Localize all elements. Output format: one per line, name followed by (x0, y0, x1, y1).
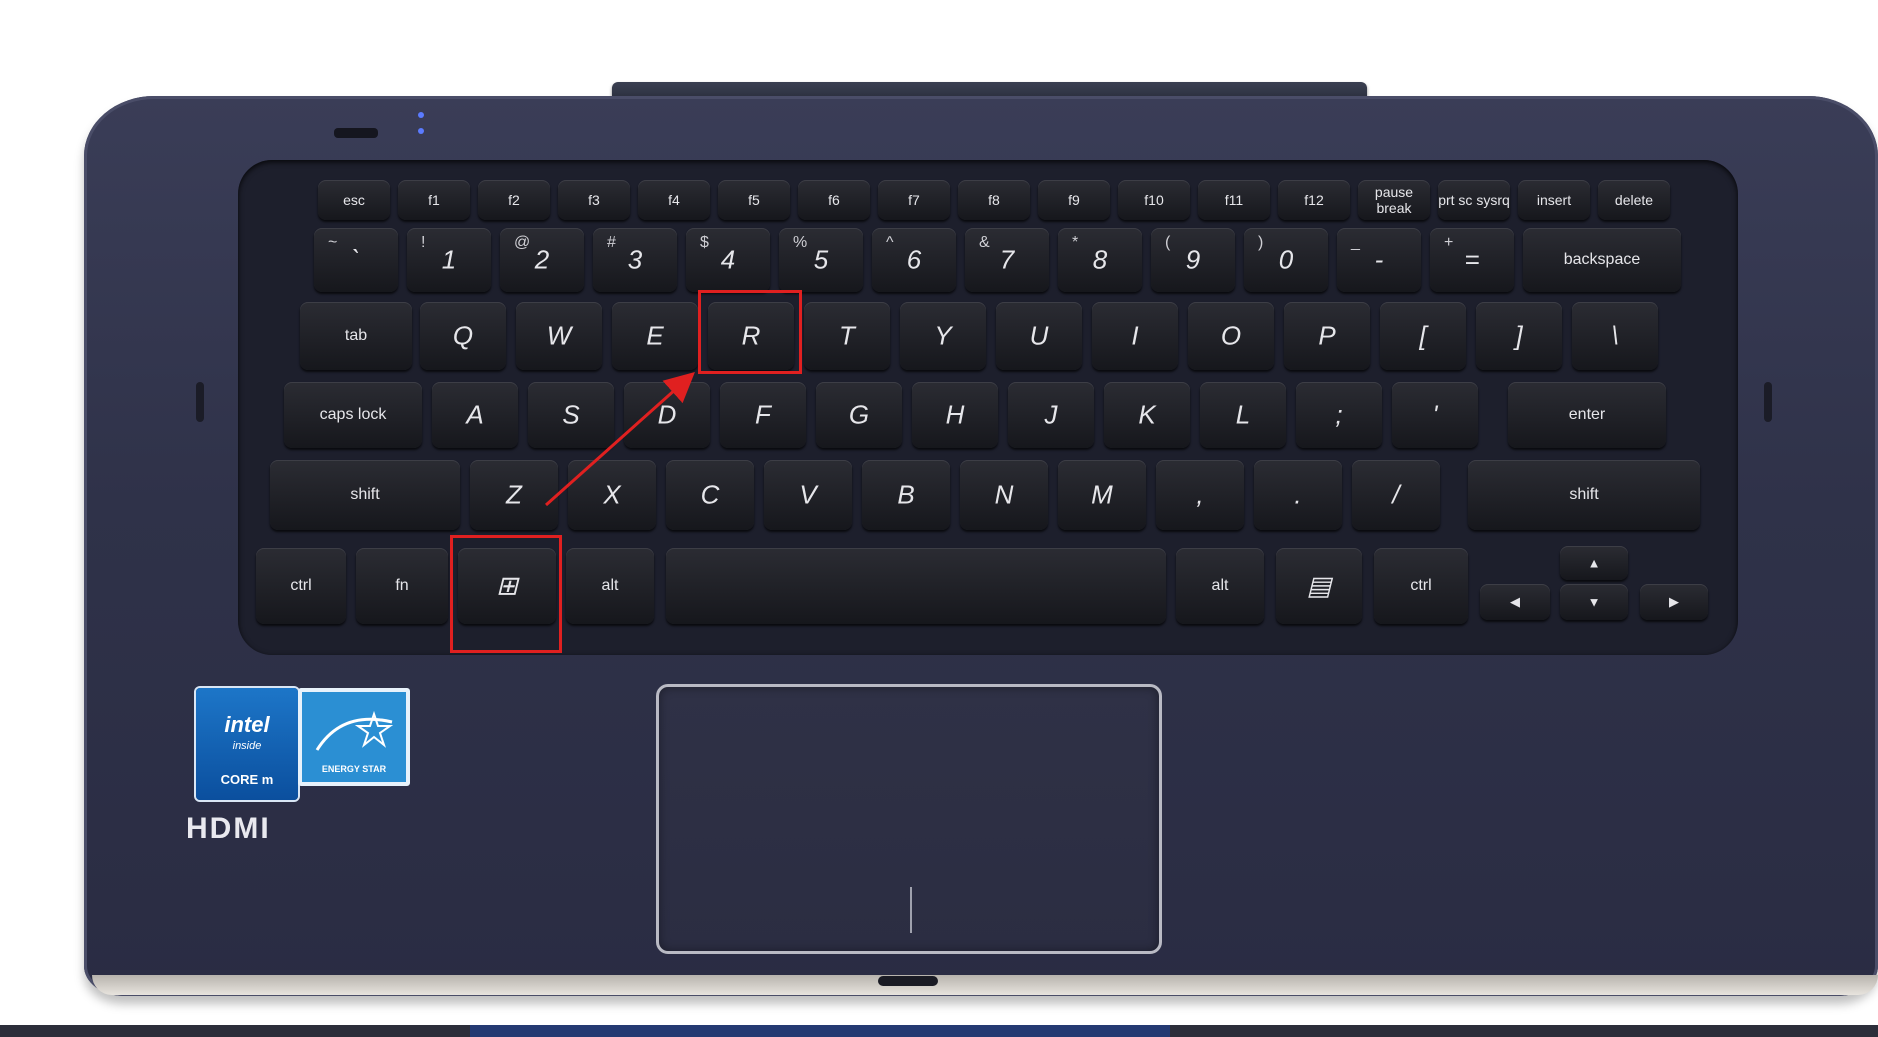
photo-stage: esc f1 f2 f3 f4 f5 f6 f7 f8 f9 f10 f11 f12 pause brea… (0, 0, 1878, 1037)
taskbar-center (470, 1025, 1170, 1037)
taskbar-strip (0, 1025, 1878, 1037)
annotation-arrow (545, 372, 695, 507)
